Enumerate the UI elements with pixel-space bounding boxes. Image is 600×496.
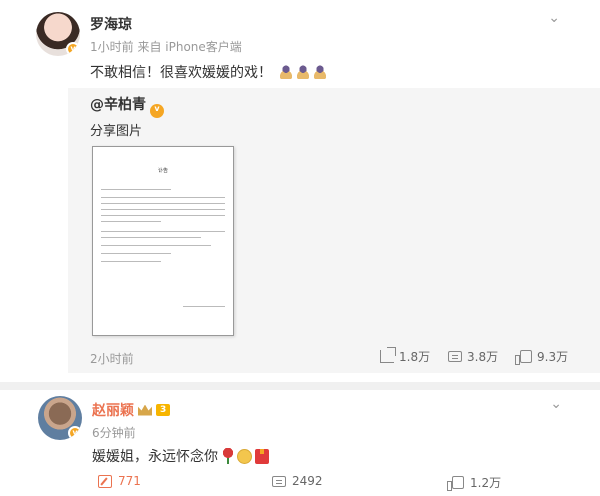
- doc-line: [101, 261, 161, 262]
- verified-badge-icon: v: [150, 104, 164, 118]
- post-meta: 1小时前 来自 iPhone客户端: [90, 40, 242, 54]
- doc-line: [101, 253, 171, 254]
- doc-line: [101, 215, 225, 216]
- repost-count: 771: [118, 474, 141, 488]
- like-button[interactable]: 9.3万: [515, 348, 569, 365]
- crown-icon: [138, 404, 152, 416]
- level-badge: 3: [156, 404, 171, 416]
- verified-badge-icon: v: [66, 42, 80, 56]
- repost-text: 分享图片: [90, 124, 143, 139]
- repost-time: 2小时前: [90, 352, 134, 366]
- thumbs-up-icon: [447, 476, 464, 491]
- doc-line: [101, 237, 201, 238]
- rose-icon: [222, 448, 234, 464]
- comment-icon: [272, 475, 286, 487]
- like-button[interactable]: 1.2万: [447, 474, 502, 491]
- emoji-icon: [279, 65, 293, 79]
- comment-count: 3.8万: [467, 350, 499, 364]
- comment-text: 媛媛姐，永远怀念你: [92, 446, 269, 466]
- share-count: 1.8万: [399, 350, 431, 364]
- edit-share-icon: [98, 474, 112, 488]
- post-text-content: 不敢相信！很喜欢媛媛的戏！: [90, 65, 272, 81]
- repost-author[interactable]: @辛柏青 v: [90, 94, 164, 118]
- like-count: 9.3万: [537, 350, 569, 364]
- comment-author-name[interactable]: 赵丽颖: [92, 400, 134, 420]
- doc-line: [101, 203, 225, 204]
- like-count: 1.2万: [470, 476, 502, 490]
- share-icon: [380, 347, 396, 363]
- comment-button[interactable]: 2492: [272, 474, 323, 488]
- comment-count: 2492: [292, 474, 323, 488]
- doc-line: [101, 197, 225, 198]
- repost-button[interactable]: 771: [98, 474, 141, 488]
- doc-line: [101, 245, 211, 246]
- doc-line: [101, 221, 161, 222]
- candle-icon: [255, 448, 269, 464]
- comment-icon: [448, 351, 462, 362]
- divider: [0, 382, 600, 390]
- doc-line: [101, 231, 225, 232]
- thumbs-up-icon: [515, 350, 532, 365]
- sad-face-icon: [237, 448, 252, 464]
- emoji-group: [276, 65, 327, 81]
- doc-title: 讣告: [157, 168, 168, 174]
- share-button[interactable]: 1.8万: [380, 347, 431, 365]
- chevron-down-icon[interactable]: ⌄: [550, 396, 562, 412]
- doc-line: [101, 209, 225, 210]
- post-text: 不敢相信！很喜欢媛媛的戏！: [90, 62, 327, 82]
- comment-item: v 赵丽颖 3 6分钟前 媛媛姐，永远怀念你 ⌄ 771 2492 1.2万: [0, 390, 600, 496]
- repost-card[interactable]: @辛柏青 v 分享图片 讣告 2小时前 1.8万 3.8万 9.3万: [68, 88, 600, 373]
- emoji-icon: [313, 65, 327, 79]
- comment-time: 6分钟前: [92, 426, 136, 440]
- post-author-name[interactable]: 罗海琼: [90, 14, 132, 34]
- verified-badge-icon: v: [68, 426, 82, 440]
- comment-button[interactable]: 3.8万: [448, 348, 498, 365]
- chevron-down-icon[interactable]: ⌄: [548, 10, 560, 26]
- doc-line: [101, 189, 171, 190]
- comment-author[interactable]: 赵丽颖 3: [92, 400, 171, 420]
- repost-author-name[interactable]: @辛柏青: [90, 97, 146, 113]
- avatar[interactable]: v: [36, 12, 80, 56]
- weibo-post: v 罗海琼 1小时前 来自 iPhone客户端 不敢相信！很喜欢媛媛的戏！ ⌄ …: [0, 0, 600, 380]
- comment-text-content: 媛媛姐，永远怀念你: [92, 449, 218, 465]
- avatar[interactable]: v: [38, 396, 82, 440]
- obituary-image[interactable]: 讣告: [92, 146, 234, 336]
- doc-signature: [183, 306, 225, 307]
- emoji-icon: [296, 65, 310, 79]
